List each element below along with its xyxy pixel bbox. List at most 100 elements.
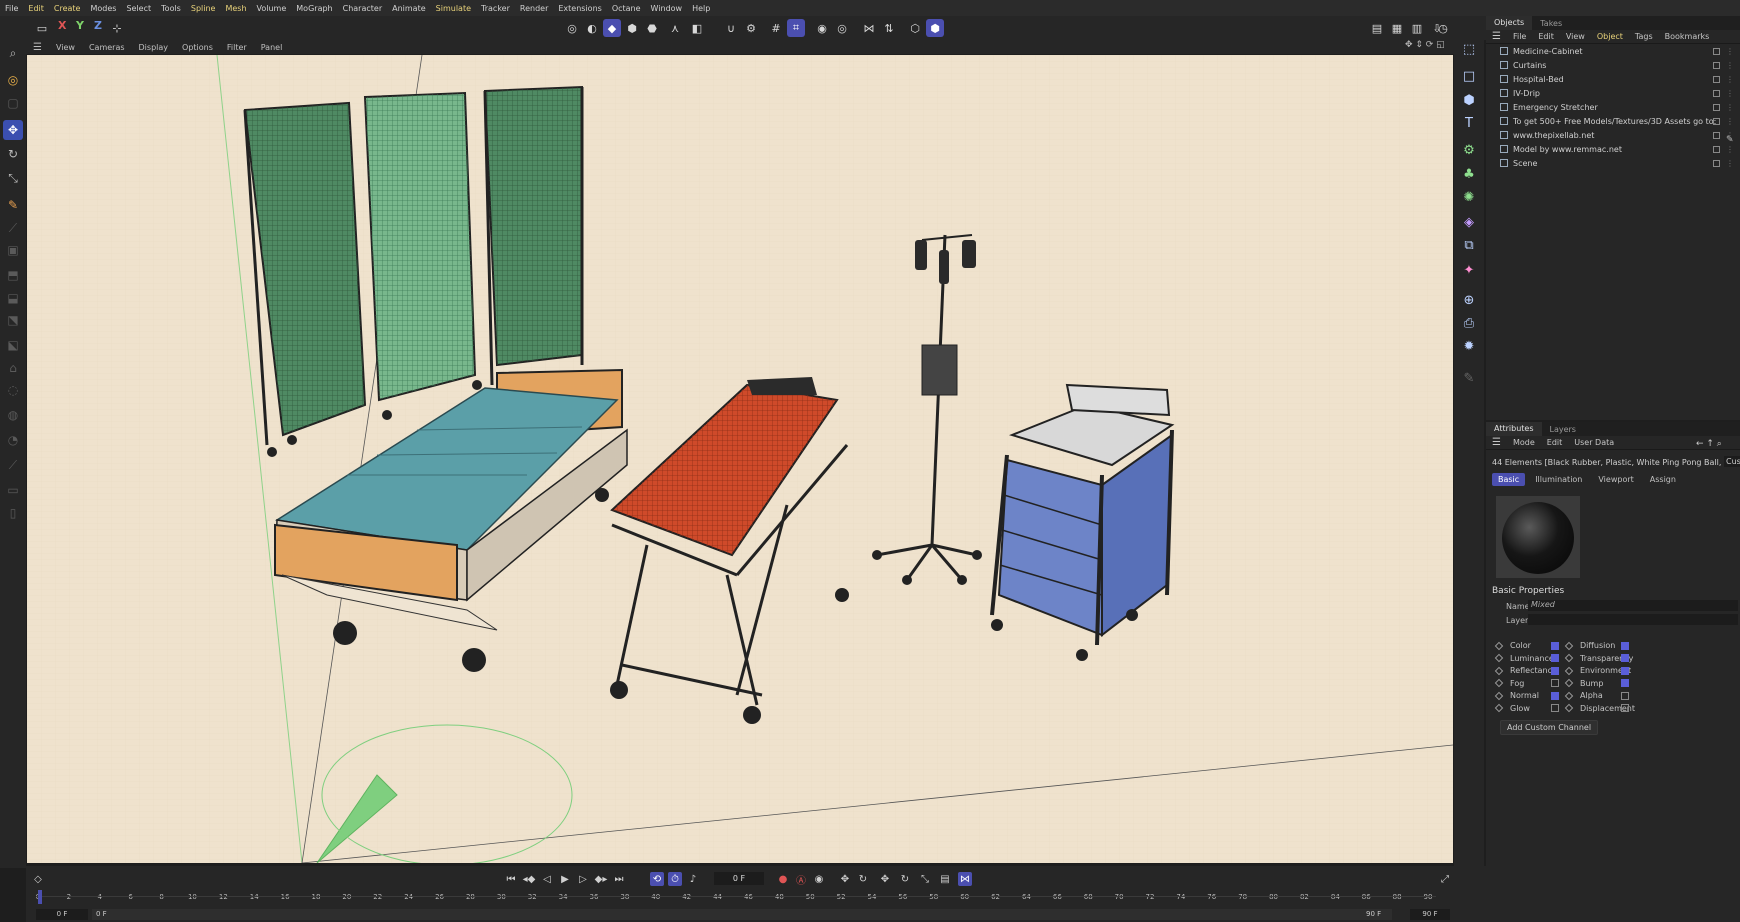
visibility-checkbox[interactable] xyxy=(1713,61,1720,69)
object-row[interactable]: Model by www.remmac.net ⋮ xyxy=(1486,142,1740,156)
object-menu-file[interactable]: File xyxy=(1507,32,1532,41)
subtab-basic[interactable]: Basic xyxy=(1492,473,1526,486)
channel-transparency[interactable]: Transparency xyxy=(1564,653,1633,663)
channel-environment[interactable]: Environment xyxy=(1564,666,1631,675)
axis-x-toggle[interactable]: X xyxy=(58,19,66,32)
visibility-dots-icon[interactable]: ⋮ xyxy=(1726,117,1734,126)
menu-tracker[interactable]: Tracker xyxy=(476,4,515,13)
channel-checkbox[interactable] xyxy=(1551,666,1559,675)
object-row[interactable]: Emergency Stretcher ⋮ xyxy=(1486,100,1740,114)
object-row[interactable]: Curtains ⋮ xyxy=(1486,58,1740,72)
subtab-assign[interactable]: Assign xyxy=(1644,473,1682,486)
points-mode-icon[interactable]: ◆ xyxy=(603,19,621,37)
effector-icon[interactable]: ✺ xyxy=(1459,187,1479,207)
object-menu-tags[interactable]: Tags xyxy=(1629,32,1659,41)
camera-icon[interactable]: ⎙ xyxy=(1459,313,1479,333)
visibility-dots-icon[interactable]: ⋮ xyxy=(1726,61,1734,70)
end-frame-field[interactable]: 90 F xyxy=(1410,909,1450,920)
workplane-icon[interactable]: ⌗ xyxy=(787,19,805,37)
channel-diffusion[interactable]: Diffusion xyxy=(1564,641,1629,650)
extrude-icon[interactable]: ⬒ xyxy=(3,265,23,285)
object-row[interactable]: Medicine-Cabinet ⋮ xyxy=(1486,44,1740,58)
range-start-field[interactable]: 0 F xyxy=(92,909,1392,920)
channel-reflectance[interactable]: Reflectance xyxy=(1494,666,1559,675)
menu-mesh[interactable]: Mesh xyxy=(220,4,251,13)
object-row[interactable]: www.thepixellab.net ⋮ xyxy=(1486,128,1740,142)
knife-icon[interactable]: ⟋ xyxy=(3,218,23,238)
side-note-icon[interactable]: ✎ xyxy=(1726,135,1734,145)
menu-animate[interactable]: Animate xyxy=(387,4,431,13)
menu-help[interactable]: Help xyxy=(687,4,715,13)
rotate-tool-icon[interactable]: ↻ xyxy=(3,144,23,164)
channel-diamond-icon[interactable] xyxy=(1564,678,1574,688)
menu-edit[interactable]: Edit xyxy=(23,4,49,13)
texture-mode-icon[interactable]: ◐ xyxy=(583,19,601,37)
visibility-checkbox[interactable] xyxy=(1713,131,1720,139)
stamp-icon[interactable]: ▭ xyxy=(3,480,23,500)
channel-checkbox[interactable] xyxy=(1551,654,1559,662)
custom-button[interactable]: Cus xyxy=(1724,456,1740,467)
range-end-field[interactable]: 90 F xyxy=(1366,909,1396,920)
snap-settings-icon[interactable]: ⚙ xyxy=(742,19,760,37)
tab-takes[interactable]: Takes xyxy=(1532,19,1570,28)
render-view-icon[interactable]: ◉ xyxy=(813,19,831,37)
viewport-menu-filter[interactable]: Filter xyxy=(220,43,254,52)
magnet-icon[interactable]: ∪ xyxy=(722,19,740,37)
channel-diamond-icon[interactable] xyxy=(1494,653,1504,663)
tag-icon[interactable]: ✦ xyxy=(1459,260,1479,280)
axis-z-toggle[interactable]: Z xyxy=(94,19,102,32)
menu-modes[interactable]: Modes xyxy=(85,4,121,13)
undo-icon[interactable]: ▭ xyxy=(33,19,51,37)
menu-file[interactable]: File xyxy=(0,4,23,13)
object-row[interactable]: To get 500+ Free Models/Textures/3D Asse… xyxy=(1486,114,1740,128)
axis-y-toggle[interactable]: Y xyxy=(76,19,84,32)
visibility-dots-icon[interactable]: ⋮ xyxy=(1726,145,1734,154)
visibility-checkbox[interactable] xyxy=(1713,117,1720,125)
bridge-icon[interactable]: ⬔ xyxy=(3,310,23,330)
coordinate-system-icon[interactable]: ⊹ xyxy=(108,19,126,37)
add-custom-channel-button[interactable]: Add Custom Channel xyxy=(1500,720,1599,735)
magnet-tool-icon[interactable]: ◌ xyxy=(3,380,23,400)
isolate-icon[interactable]: ⬢ xyxy=(926,19,944,37)
loop-cut-icon[interactable]: ⬕ xyxy=(3,335,23,355)
object-menu-object[interactable]: Object xyxy=(1591,32,1629,41)
layout-icon[interactable]: ◷ xyxy=(1434,19,1452,37)
bevel-icon[interactable]: ⬓ xyxy=(3,288,23,308)
attribute-menu-user-data[interactable]: User Data xyxy=(1568,438,1620,447)
model-mode-icon[interactable]: ◎ xyxy=(563,19,581,37)
weld-icon[interactable]: ⌂ xyxy=(3,358,23,378)
render-to-viewer-icon[interactable]: ▦ xyxy=(1388,19,1406,37)
move-tool-icon[interactable]: ✥ xyxy=(3,120,23,140)
object-row[interactable]: IV-Drip ⋮ xyxy=(1486,86,1740,100)
polygon-pen-icon[interactable]: ▣ xyxy=(3,240,23,260)
channel-checkbox[interactable] xyxy=(1621,641,1629,650)
viewport-menu-panel[interactable]: Panel xyxy=(254,43,290,52)
object-tool-icon[interactable]: ⬚ xyxy=(1459,39,1479,59)
render-region-icon[interactable]: ◎ xyxy=(833,19,851,37)
channel-diamond-icon[interactable] xyxy=(1564,666,1574,675)
attribute-menu-icon[interactable]: ☰ xyxy=(1486,437,1507,448)
symmetry-icon[interactable]: ⋈ xyxy=(860,19,878,37)
box-selection-icon[interactable]: ▢ xyxy=(3,93,23,113)
menu-volume[interactable]: Volume xyxy=(252,4,292,13)
layer-field[interactable] xyxy=(1528,614,1738,625)
search-icon[interactable]: ⌕ xyxy=(3,43,23,63)
channel-checkbox[interactable] xyxy=(1551,641,1559,650)
menu-select[interactable]: Select xyxy=(121,4,156,13)
channel-checkbox[interactable] xyxy=(1621,679,1629,687)
channel-diamond-icon[interactable] xyxy=(1494,666,1504,675)
light-icon[interactable]: ✹ xyxy=(1459,336,1479,356)
channel-diamond-icon[interactable] xyxy=(1564,653,1574,663)
channel-checkbox[interactable] xyxy=(1551,691,1559,700)
edges-mode-icon[interactable]: ⬢ xyxy=(623,19,641,37)
viewport-nav-icons[interactable]: ✥ ⇕ ⟳ ◱ xyxy=(1405,40,1445,50)
channel-diamond-icon[interactable] xyxy=(1494,678,1504,688)
grid-snap-icon[interactable]: # xyxy=(767,19,785,37)
tab-attributes[interactable]: Attributes xyxy=(1486,422,1542,436)
viewport-menu-display[interactable]: Display xyxy=(132,43,176,52)
visibility-checkbox[interactable] xyxy=(1713,47,1720,55)
object-menu-view[interactable]: View xyxy=(1560,32,1591,41)
channel-diamond-icon[interactable] xyxy=(1564,641,1574,650)
channel-checkbox[interactable] xyxy=(1551,704,1559,712)
subtab-illumination[interactable]: Illumination xyxy=(1529,473,1588,486)
